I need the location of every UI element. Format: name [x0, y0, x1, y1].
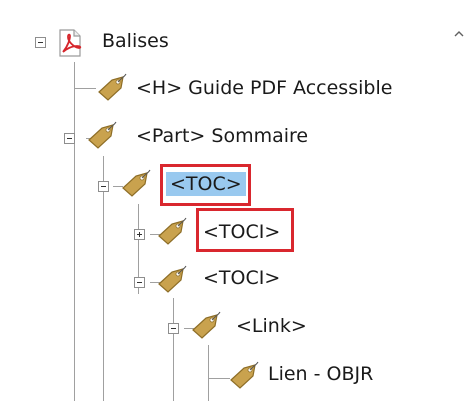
- collapse-toggle[interactable]: [134, 277, 145, 288]
- tag-icon: [228, 360, 260, 392]
- tag-icon: [156, 264, 188, 296]
- tag-icon: [190, 310, 222, 342]
- tags-tree-panel: Balises <H> Guide PDF Accessible <Part> …: [0, 0, 469, 401]
- tag-icon: [96, 72, 128, 104]
- tree-label-toci[interactable]: <TOCI>: [203, 266, 280, 290]
- scroll-up-icon[interactable]: [454, 24, 464, 37]
- collapse-toggle[interactable]: [168, 323, 179, 334]
- pdf-tags-icon: [55, 27, 87, 59]
- collapse-toggle[interactable]: [64, 133, 75, 144]
- expand-toggle[interactable]: [134, 229, 145, 240]
- vertical-scrollbar[interactable]: [449, 0, 469, 401]
- tree-label-root[interactable]: Balises: [102, 29, 169, 53]
- collapse-toggle[interactable]: [35, 37, 46, 48]
- tree-connector: [173, 298, 174, 401]
- highlight-frame: [160, 164, 251, 206]
- tree-connector: [103, 156, 104, 401]
- tree-label-objr[interactable]: Lien - OBJR: [268, 362, 373, 386]
- tree-connector: [208, 345, 209, 401]
- tree-label-part[interactable]: <Part> Sommaire: [136, 124, 308, 148]
- tree-connector: [208, 378, 230, 379]
- tag-icon: [86, 120, 118, 152]
- tree-connector: [74, 88, 96, 89]
- tree-label-link[interactable]: <Link>: [236, 314, 307, 338]
- highlight-frame: [196, 208, 294, 252]
- tag-icon: [156, 216, 188, 248]
- collapse-toggle[interactable]: [98, 181, 109, 192]
- tree-label-h[interactable]: <H> Guide PDF Accessible: [136, 76, 392, 100]
- tag-icon: [120, 168, 152, 200]
- tree-connector: [74, 62, 75, 401]
